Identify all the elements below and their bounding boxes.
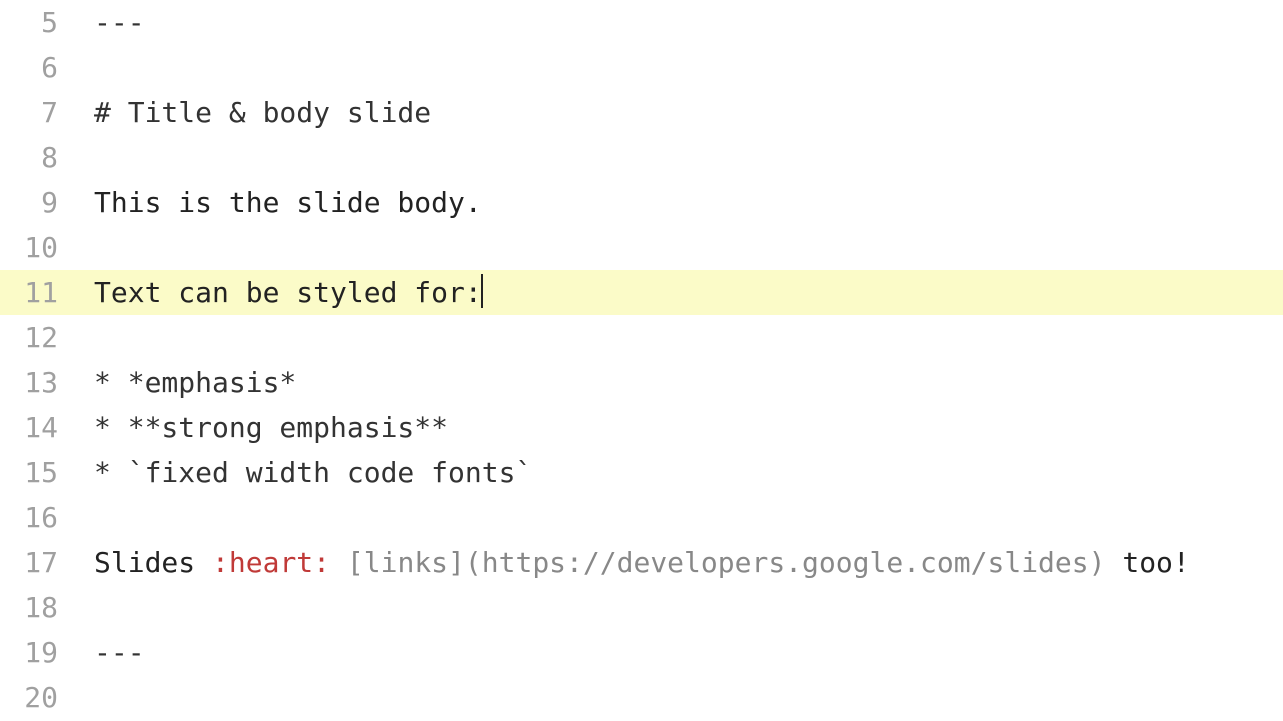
editor-line[interactable]: 17Slides :heart: [links](https://develop… [0,540,1283,585]
line-number: 12 [0,315,72,360]
line-number: 19 [0,630,72,675]
line-content[interactable]: * **strong emphasis** [72,405,448,450]
code-segment: # Title & body slide [94,96,431,129]
editor-line[interactable]: 20 [0,675,1283,720]
line-number: 9 [0,180,72,225]
line-number: 13 [0,360,72,405]
line-content[interactable]: Slides :heart: [links](https://developer… [72,540,1190,585]
editor-line[interactable]: 10 [0,225,1283,270]
code-editor[interactable]: 5 --- 67 # Title & body slide 89 This is the … [0,0,1283,720]
text-cursor [481,274,483,308]
line-number: 16 [0,495,72,540]
code-segment: This is the slide body. [94,186,482,219]
code-segment: * *emphasis* [94,366,296,399]
line-content[interactable]: --- [72,0,145,45]
editor-line[interactable]: 18 [0,585,1283,630]
code-segment [330,546,347,579]
editor-line[interactable]: 8 [0,135,1283,180]
editor-line[interactable]: 9 This is the slide body. [0,180,1283,225]
editor-line[interactable]: 16 [0,495,1283,540]
code-segment: Slides [94,546,212,579]
editor-line[interactable]: 19 --- [0,630,1283,675]
line-content[interactable]: --- [72,630,145,675]
line-content[interactable]: * *emphasis* [72,360,296,405]
line-content[interactable]: # Title & body slide [72,90,431,135]
line-number: 20 [0,675,72,720]
line-content[interactable]: This is the slide body. [72,180,482,225]
editor-line[interactable]: 12 [0,315,1283,360]
line-number: 15 [0,450,72,495]
editor-line[interactable]: 11 Text can be styled for: [0,270,1283,315]
editor-line[interactable]: 7 # Title & body slide [0,90,1283,135]
line-number: 10 [0,225,72,270]
line-number: 8 [0,135,72,180]
line-number: 5 [0,0,72,45]
line-number: 17 [0,540,72,585]
editor-line[interactable]: 6 [0,45,1283,90]
line-content[interactable]: * `fixed width code fonts` [72,450,532,495]
line-number: 6 [0,45,72,90]
code-segment: * **strong emphasis** [94,411,448,444]
line-number: 11 [0,270,72,315]
code-segment: --- [94,6,145,39]
editor-line[interactable]: 13 * *emphasis* [0,360,1283,405]
editor-line[interactable]: 15 * `fixed width code fonts` [0,450,1283,495]
code-segment: * `fixed width code fonts` [94,456,532,489]
editor-line[interactable]: 14 * **strong emphasis** [0,405,1283,450]
code-segment: too! [1105,546,1189,579]
line-number: 7 [0,90,72,135]
line-number: 18 [0,585,72,630]
code-segment: [links](https://developers.google.com/sl… [347,546,1106,579]
code-segment: :heart: [212,546,330,579]
code-segment: Text can be styled for: [94,276,482,309]
line-content[interactable]: Text can be styled for: [72,270,483,315]
code-segment: --- [94,636,145,669]
line-number: 14 [0,405,72,450]
editor-line[interactable]: 5 --- [0,0,1283,45]
